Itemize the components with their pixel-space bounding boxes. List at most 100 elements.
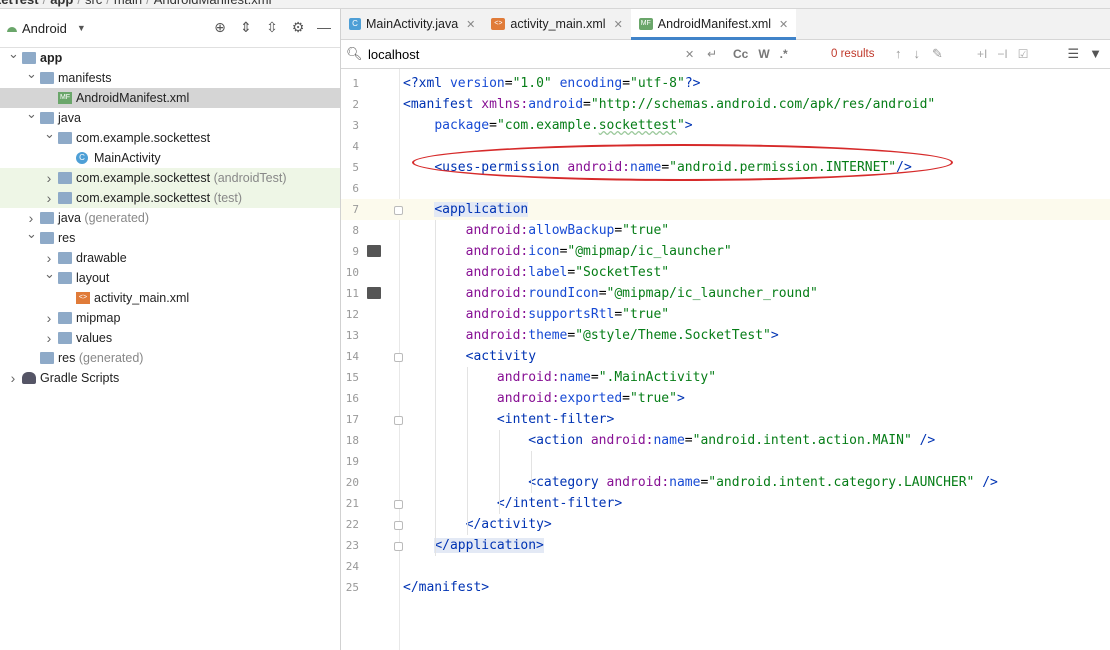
- chevron-right-icon[interactable]: ›: [44, 168, 54, 188]
- locate-icon[interactable]: ⊕: [212, 19, 228, 35]
- code-line[interactable]: 15 android:name=".MainActivity": [341, 367, 1110, 388]
- select-all-icon[interactable]: ☑: [1018, 47, 1029, 61]
- tree-item[interactable]: C MainActivity: [0, 148, 340, 168]
- breadcrumb-item[interactable]: src: [85, 0, 102, 7]
- code-line[interactable]: 10 android:label="SocketTest": [341, 262, 1110, 283]
- code-line[interactable]: 16 android:exported="true">: [341, 388, 1110, 409]
- editor-tab[interactable]: <> activity_main.xml ✕: [483, 9, 630, 39]
- fold-marker-icon[interactable]: [394, 416, 403, 425]
- code-line[interactable]: 11 android:roundIcon="@mipmap/ic_launche…: [341, 283, 1110, 304]
- breadcrumb-item[interactable]: app: [50, 0, 73, 7]
- match-case-toggle[interactable]: Cc: [733, 47, 748, 61]
- line-number: 4: [352, 140, 359, 153]
- fold-marker-icon[interactable]: [394, 542, 403, 551]
- code-line[interactable]: 21 </intent-filter>: [341, 493, 1110, 514]
- whole-words-toggle[interactable]: W: [758, 47, 769, 61]
- collapse-all-icon[interactable]: ⇳: [264, 19, 280, 35]
- code-line[interactable]: 18 <action android:name="android.intent.…: [341, 430, 1110, 451]
- code-line[interactable]: 6: [341, 178, 1110, 199]
- line-number: 25: [345, 581, 359, 594]
- code-line[interactable]: 23 </application>: [341, 535, 1110, 556]
- search-input[interactable]: [366, 45, 670, 63]
- tree-item[interactable]: › Gradle Scripts: [0, 368, 340, 388]
- tree-item[interactable]: ⌄ app: [0, 46, 340, 68]
- chevron-down-icon[interactable]: ⌄: [26, 104, 37, 124]
- code-line[interactable]: 24: [341, 556, 1110, 577]
- android-icon: [7, 27, 17, 32]
- code-line[interactable]: 25 </manifest>: [341, 577, 1110, 598]
- tree-item[interactable]: › values: [0, 328, 340, 348]
- code-line[interactable]: 3 package="com.example.sockettest">: [341, 115, 1110, 136]
- chevron-right-icon[interactable]: ›: [44, 328, 54, 348]
- fold-marker-icon[interactable]: [394, 353, 403, 362]
- code-line[interactable]: 19: [341, 451, 1110, 472]
- code-line[interactable]: 12 android:supportsRtl="true": [341, 304, 1110, 325]
- remove-selection-icon[interactable]: −I: [997, 47, 1007, 61]
- project-view-label: Android: [22, 20, 67, 36]
- code-editor[interactable]: 1 <?xml version="1.0" encoding="utf-8"?> 2…: [341, 69, 1110, 650]
- fold-marker-icon[interactable]: [394, 500, 403, 509]
- code-line[interactable]: 13 android:theme="@style/Theme.SocketTes…: [341, 325, 1110, 346]
- chevron-down-icon[interactable]: ⌄: [44, 264, 55, 284]
- tree-item[interactable]: › java (generated): [0, 208, 340, 228]
- arrow-up-icon[interactable]: ↑: [895, 46, 902, 62]
- fold-marker-icon[interactable]: [394, 521, 403, 530]
- code-line[interactable]: 17 <intent-filter>: [341, 409, 1110, 430]
- tree-item[interactable]: ⌄ res: [0, 226, 340, 248]
- expand-all-icon[interactable]: ⇕: [238, 19, 254, 35]
- fold-marker-icon[interactable]: [394, 206, 403, 215]
- code-text: android:allowBackup="true": [465, 223, 670, 238]
- breadcrumb-item[interactable]: AndroidManifest.xml: [154, 0, 272, 7]
- code-line[interactable]: 22 </activity>: [341, 514, 1110, 535]
- close-icon[interactable]: ✕: [614, 18, 623, 31]
- tree-item-suffix: (androidTest): [210, 171, 287, 185]
- tree-item[interactable]: ⌄ com.example.sockettest: [0, 126, 340, 148]
- editor-tab[interactable]: C MainActivity.java ✕: [341, 9, 483, 39]
- tree-item[interactable]: › mipmap: [0, 308, 340, 328]
- filter-icon[interactable]: ▼: [1089, 46, 1102, 62]
- gear-icon[interactable]: ⚙: [290, 19, 306, 35]
- image-preview-icon[interactable]: [367, 245, 381, 257]
- tree-item[interactable]: ⌄ layout: [0, 266, 340, 288]
- code-line[interactable]: 8 android:allowBackup="true": [341, 220, 1110, 241]
- breadcrumb-separator: /: [77, 0, 81, 7]
- chevron-down-icon[interactable]: ⌄: [44, 124, 55, 144]
- code-line[interactable]: 7 <application: [341, 199, 1110, 220]
- close-icon[interactable]: ✕: [779, 18, 788, 31]
- clear-search-icon[interactable]: ✕: [685, 48, 694, 61]
- add-selection-icon[interactable]: +I: [977, 47, 987, 61]
- breadcrumb-item[interactable]: main: [114, 0, 142, 7]
- image-preview-icon[interactable]: [367, 287, 381, 299]
- code-line[interactable]: 9 android:icon="@mipmap/ic_launcher": [341, 241, 1110, 262]
- chevron-down-icon[interactable]: ⌄: [26, 64, 37, 84]
- breadcrumb-item[interactable]: ketTest: [0, 0, 39, 7]
- tree-item[interactable]: res (generated): [0, 348, 340, 368]
- arrow-down-icon[interactable]: ↓: [914, 46, 921, 62]
- pin-icon[interactable]: ✎: [932, 46, 943, 62]
- xml-file-icon: <>: [491, 18, 506, 30]
- find-bar: 🔍︎ ✕ ↵ Cc W .* 0 results ↑ ↓ ✎ +I −I ☑ ☰…: [341, 40, 1110, 69]
- chevron-right-icon[interactable]: ›: [8, 368, 18, 388]
- tree-item[interactable]: › com.example.sockettest (test): [0, 188, 340, 208]
- minimize-icon[interactable]: —: [316, 19, 332, 35]
- chevron-right-icon[interactable]: ›: [44, 188, 54, 208]
- code-line[interactable]: 20 <category android:name="android.inten…: [341, 472, 1110, 493]
- tree-item[interactable]: MF AndroidManifest.xml: [0, 88, 340, 108]
- search-icon[interactable]: 🔍︎: [346, 46, 363, 62]
- editor-tab[interactable]: MF AndroidManifest.xml ✕: [630, 9, 797, 40]
- tree-item[interactable]: ⌄ manifests: [0, 66, 340, 88]
- new-line-icon[interactable]: ↵: [707, 47, 717, 61]
- code-text: android:roundIcon="@mipmap/ic_launcher_r…: [465, 286, 818, 301]
- chevron-down-icon[interactable]: ⌄: [8, 44, 19, 64]
- project-view-selector[interactable]: Android ▼: [6, 21, 86, 36]
- chevron-down-icon[interactable]: ⌄: [26, 224, 37, 244]
- tree-item[interactable]: › com.example.sockettest (androidTest): [0, 168, 340, 188]
- filter-options-icon[interactable]: ☰: [1067, 46, 1079, 62]
- tree-item[interactable]: <> activity_main.xml: [0, 288, 340, 308]
- code-line[interactable]: 1 <?xml version="1.0" encoding="utf-8"?>: [341, 73, 1110, 94]
- regex-toggle[interactable]: .*: [780, 47, 788, 61]
- chevron-right-icon[interactable]: ›: [44, 308, 54, 328]
- close-icon[interactable]: ✕: [466, 18, 475, 31]
- code-line[interactable]: 2 <manifest xmlns:android="http://schemas…: [341, 94, 1110, 115]
- code-line[interactable]: 14 <activity: [341, 346, 1110, 367]
